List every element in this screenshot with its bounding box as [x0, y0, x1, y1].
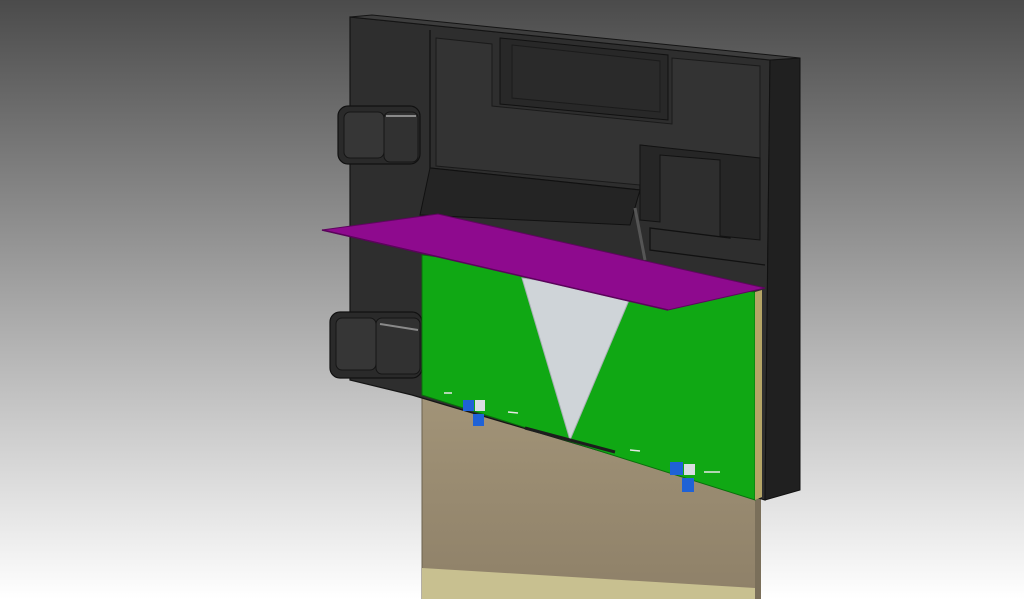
housing-side [764, 57, 801, 501]
cad-viewport[interactable] [0, 0, 1024, 599]
board-edge [755, 290, 762, 500]
cad-scene[interactable] [0, 0, 1024, 599]
clip-upper[interactable] [337, 105, 421, 165]
clip-lower[interactable] [329, 311, 423, 379]
